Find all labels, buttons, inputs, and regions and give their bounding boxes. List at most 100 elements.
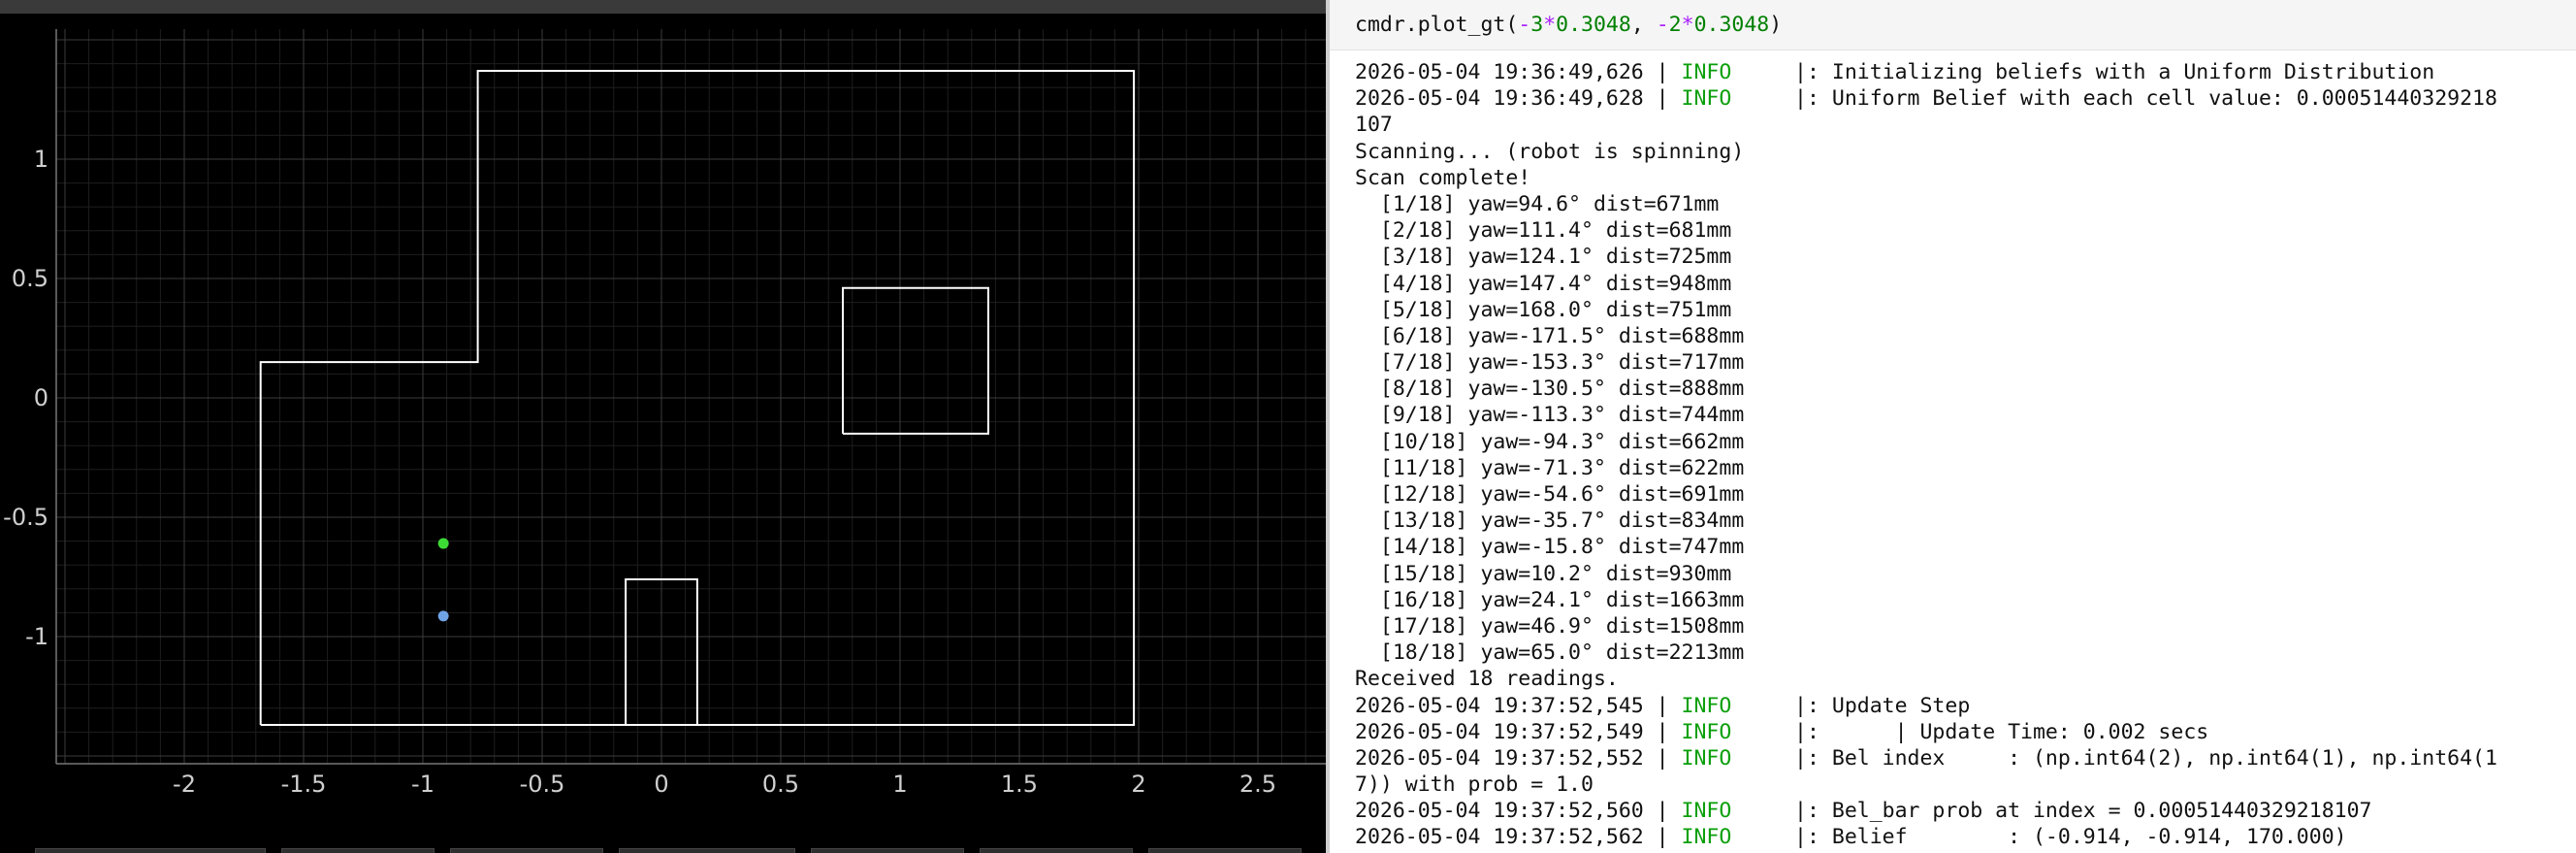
output-text: |: Belief : (-0.914, -0.914, 170.000) [1731, 825, 2347, 850]
code-token: , [1630, 13, 1657, 37]
x-tick-label: -0.5 [520, 771, 565, 798]
output-text: [4/18] yaw=147.4° dist=948mm [1355, 271, 1732, 296]
x-tick-label: 2.5 [1240, 771, 1276, 798]
output-text: Scan complete! [1355, 165, 1531, 190]
output-text: 2026-05-04 19:36:49,628 | [1355, 86, 1682, 112]
output-line: 2026-05-04 19:37:52,552 | INFO |: Bel in… [1355, 745, 2576, 771]
plot-toolbar-tab[interactable] [35, 848, 266, 853]
output-text: [10/18] yaw=-94.3° dist=662mm [1355, 429, 1745, 454]
output-text: |: Initializing beliefs with a Uniform D… [1731, 60, 2435, 84]
plot-toolbar-tab[interactable] [281, 848, 435, 853]
output-text: [6/18] yaw=-171.5° dist=688mm [1355, 323, 1745, 348]
plot-grid-major [56, 29, 1326, 764]
y-tick-label: 0 [34, 384, 48, 411]
output-line: [14/18] yaw=-15.8° dist=747mm [1355, 534, 2576, 560]
output-text: 2026-05-04 19:37:52,549 | [1355, 719, 1682, 744]
x-tick-label: 0.5 [762, 771, 799, 798]
output-line: [11/18] yaw=-71.3° dist=622mm [1355, 455, 2576, 481]
output-text: [7/18] yaw=-153.3° dist=717mm [1355, 350, 1745, 376]
output-text: |: Bel index : (np.int64(2), np.int64(1)… [1731, 745, 2497, 771]
output-line: 7)) with prob = 1.0 [1355, 771, 2576, 798]
output-text: |: Uniform Belief with each cell value: … [1731, 86, 2497, 112]
output-text: [1/18] yaw=94.6° dist=671mm [1355, 191, 1720, 216]
plot-toolbar-tab[interactable] [980, 848, 1133, 853]
code-token: * [1681, 13, 1694, 37]
cell-output: 2026-05-04 19:36:49,626 | INFO |: Initia… [1355, 59, 2576, 851]
y-tick-label: -0.5 [3, 504, 48, 531]
map-plot[interactable]: -2 -1.5 -1 -0.5 0 0.5 1 1.5 2 2.5 1 0.5 0 -0.5 -1 [0, 0, 1326, 853]
output-line: 2026-05-04 19:36:49,628 | INFO |: Unifor… [1355, 85, 2576, 112]
code-token: - [1656, 13, 1669, 37]
output-line: [1/18] yaw=94.6° dist=671mm [1355, 191, 2576, 217]
output-line: [17/18] yaw=46.9° dist=1508mm [1355, 613, 2576, 640]
output-text: [9/18] yaw=-113.3° dist=744mm [1355, 403, 1745, 428]
output-text: [12/18] yaw=-54.6° dist=691mm [1355, 482, 1745, 507]
plot-toolbar-tab[interactable] [811, 848, 964, 853]
log-level: INFO [1681, 799, 1732, 824]
y-tick-label: 0.5 [12, 265, 48, 292]
plot-toolbar-tab[interactable] [619, 848, 795, 853]
output-text: [15/18] yaw=10.2° dist=930mm [1355, 561, 1732, 586]
output-line: Received 18 readings. [1355, 666, 2576, 692]
y-tick-label: -1 [25, 623, 48, 650]
screen: -2 -1.5 -1 -0.5 0 0.5 1 1.5 2 2.5 1 0.5 0 -0.5 -1 cmdr… [0, 0, 2576, 853]
log-level: INFO [1681, 719, 1732, 744]
output-text: |: Update Step [1731, 693, 1971, 718]
output-line: [18/18] yaw=65.0° dist=2213mm [1355, 640, 2576, 666]
output-line: 2026-05-04 19:36:49,626 | INFO |: Initia… [1355, 59, 2576, 85]
log-level: INFO [1681, 825, 1732, 850]
code-input[interactable]: cmdr.plot_gt(-3*0.3048, -2*0.3048) [1355, 12, 1782, 38]
belief-point [437, 610, 449, 622]
plot-grid-minor [56, 29, 1326, 764]
plot-tick-labels: -2 -1.5 -1 -0.5 0 0.5 1 1.5 2 2.5 1 0.5 0 -0.5 -1 [3, 146, 1276, 798]
output-text: [5/18] yaw=168.0° dist=751mm [1355, 297, 1732, 322]
output-line: [5/18] yaw=168.0° dist=751mm [1355, 297, 2576, 323]
output-text: [17/18] yaw=46.9° dist=1508mm [1355, 613, 1745, 639]
output-line: [12/18] yaw=-54.6° dist=691mm [1355, 481, 2576, 508]
code-token: * [1543, 13, 1557, 37]
output-line: [7/18] yaw=-153.3° dist=717mm [1355, 349, 2576, 376]
output-line: [6/18] yaw=-171.5° dist=688mm [1355, 323, 2576, 349]
output-text: [18/18] yaw=65.0° dist=2213mm [1355, 640, 1745, 666]
output-text: [16/18] yaw=24.1° dist=1663mm [1355, 587, 1745, 612]
code-token: 3 [1530, 13, 1544, 37]
log-level: INFO [1681, 60, 1732, 84]
wall-segment [842, 286, 989, 435]
code-cell[interactable]: cmdr.plot_gt(-3*0.3048, -2*0.3048) [1330, 0, 2576, 50]
output-text: Received 18 readings. [1355, 667, 1619, 692]
output-line: [2/18] yaw=111.4° dist=681mm [1355, 217, 2576, 244]
x-tick-label: -2 [173, 771, 196, 798]
x-tick-label: -1 [411, 771, 435, 798]
plot-toolbar-tab[interactable] [450, 848, 603, 853]
output-text: [3/18] yaw=124.1° dist=725mm [1355, 245, 1732, 270]
log-level: INFO [1681, 86, 1732, 112]
output-text: [14/18] yaw=-15.8° dist=747mm [1355, 535, 1745, 560]
x-tick-label: 0 [654, 771, 668, 798]
output-line: 2026-05-04 19:37:52,562 | INFO |: Belief… [1355, 824, 2576, 850]
output-text: 2026-05-04 19:37:52,562 | [1355, 825, 1682, 850]
output-line: [9/18] yaw=-113.3° dist=744mm [1355, 402, 2576, 428]
x-tick-label: -1.5 [281, 771, 327, 798]
output-text: |: | Update Time: 0.002 secs [1731, 719, 2209, 744]
ground-truth-point [437, 538, 449, 549]
output-text: 7)) with prob = 1.0 [1355, 772, 1594, 798]
plot-toolbar-tab[interactable] [1148, 848, 1302, 853]
output-text: 2026-05-04 19:36:49,626 | [1355, 60, 1682, 84]
output-text: |: Bel_bar prob at index = 0.00051440329… [1731, 799, 2372, 824]
output-text: [13/18] yaw=-35.7° dist=834mm [1355, 509, 1745, 534]
output-text: [2/18] yaw=111.4° dist=681mm [1355, 218, 1732, 244]
code-token: 0.3048 [1556, 13, 1631, 37]
output-text: 2026-05-04 19:37:52,560 | [1355, 799, 1682, 824]
x-tick-label: 1 [892, 771, 907, 798]
code-token: ) [1769, 13, 1783, 37]
output-line: [8/18] yaw=-130.5° dist=888mm [1355, 376, 2576, 402]
output-text: [11/18] yaw=-71.3° dist=622mm [1355, 455, 1745, 480]
output-text: 107 [1355, 113, 1393, 138]
plotter-window: -2 -1.5 -1 -0.5 0 0.5 1 1.5 2 2.5 1 0.5 0 -0.5 -1 [0, 0, 1326, 853]
output-line: [10/18] yaw=-94.3° dist=662mm [1355, 429, 2576, 455]
output-line: Scanning... (robot is spinning) [1355, 139, 2576, 165]
output-line: Scan complete! [1355, 165, 2576, 191]
code-token: 0.3048 [1693, 13, 1770, 37]
output-text: 2026-05-04 19:37:52,545 | [1355, 693, 1682, 718]
output-text: [8/18] yaw=-130.5° dist=888mm [1355, 377, 1745, 402]
